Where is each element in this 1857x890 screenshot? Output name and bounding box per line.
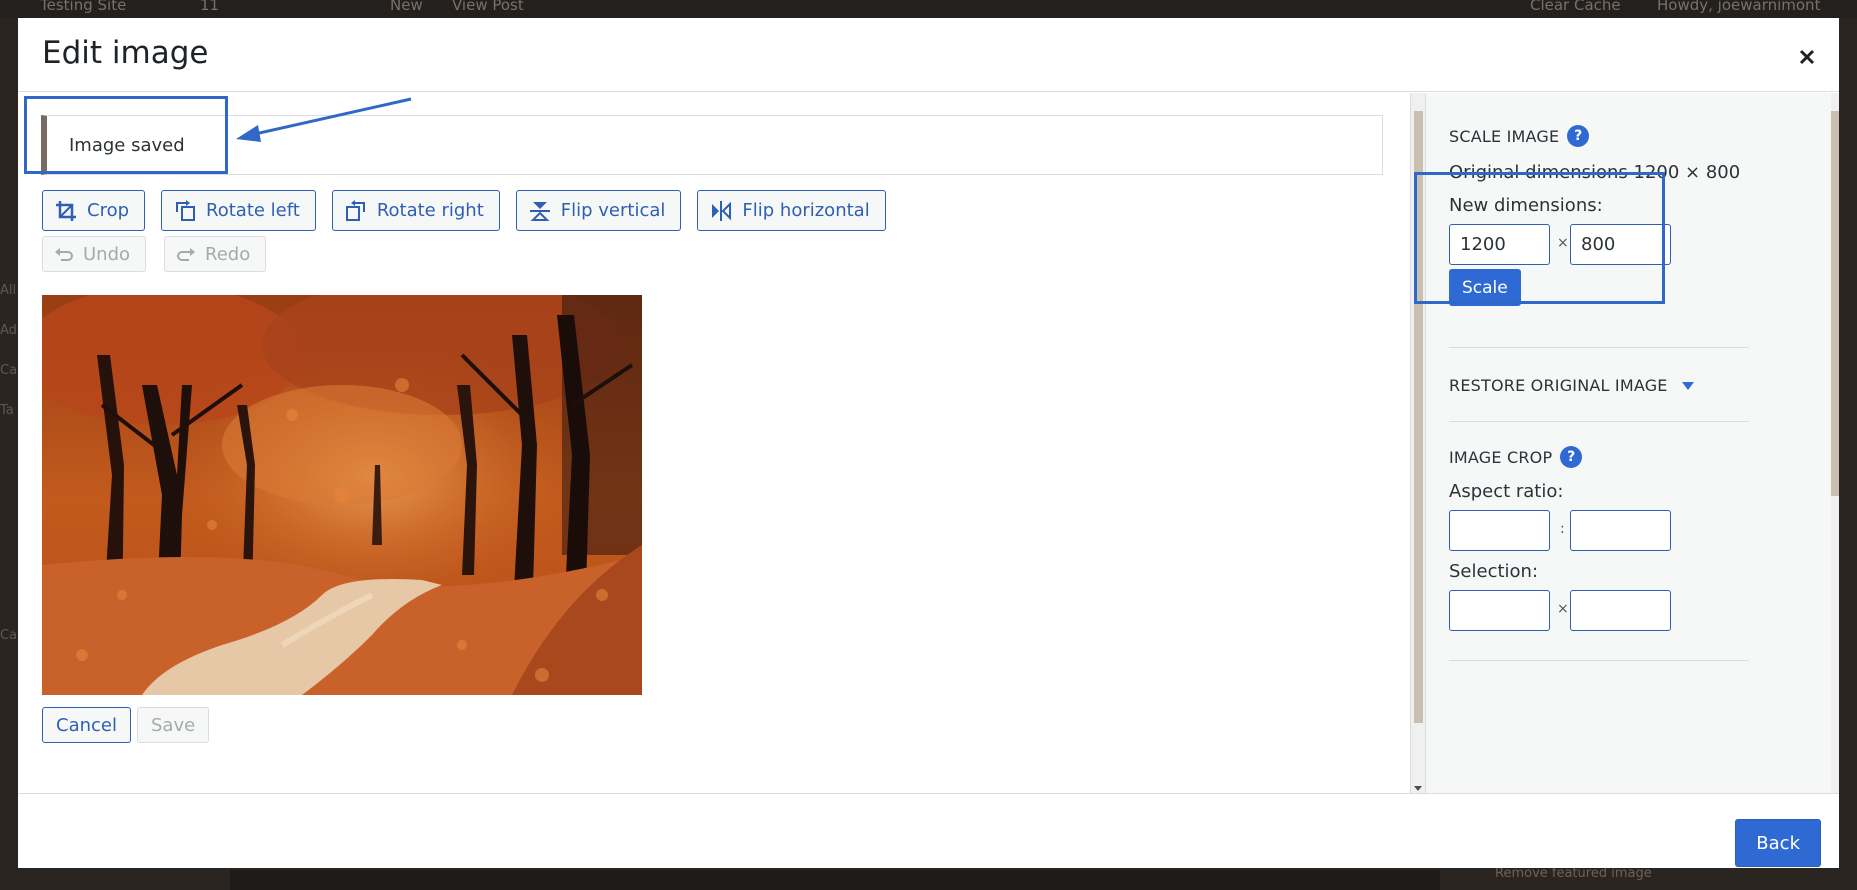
divider xyxy=(1449,660,1749,661)
rotate-left-label: Rotate left xyxy=(206,200,300,221)
crop-button[interactable]: Crop xyxy=(42,190,146,231)
redo-button[interactable]: Redo xyxy=(164,236,267,272)
aspect-ratio-separator: : xyxy=(1560,521,1565,537)
sidebar-label: Ca xyxy=(0,628,18,643)
flip-horizontal-button[interactable]: Flip horizontal xyxy=(697,190,886,231)
history-toolbar: Undo Redo xyxy=(42,236,267,272)
rotate-right-button[interactable]: Rotate right xyxy=(331,190,500,231)
back-button[interactable]: Back xyxy=(1735,819,1821,867)
redo-icon xyxy=(177,248,196,261)
image-actions: Cancel Save xyxy=(42,707,210,743)
howdy-link[interactable]: Howdy, joewarnimont xyxy=(1657,0,1820,14)
modal-header: Edit image xyxy=(18,18,1839,92)
image-crop-heading: IMAGE CROP ? xyxy=(1449,446,1583,468)
selection-label: Selection: xyxy=(1449,561,1539,582)
divider xyxy=(1449,347,1749,348)
annotation-arrow xyxy=(236,97,412,142)
autumn-forest-image xyxy=(42,295,642,695)
image-crop-title: IMAGE CROP xyxy=(1449,447,1553,467)
flip-vertical-icon xyxy=(529,201,550,221)
image-preview[interactable] xyxy=(42,295,642,695)
image-editor-area: Image saved Crop Rotate left Rotate righ… xyxy=(18,93,1410,793)
flip-vertical-label: Flip vertical xyxy=(560,200,666,221)
highlight-box xyxy=(1414,172,1665,304)
cancel-button[interactable]: Cancel xyxy=(42,707,131,743)
undo-label: Undo xyxy=(83,243,131,265)
sidebar-label: All xyxy=(0,283,17,298)
sidebar-label: Ad xyxy=(0,323,17,338)
flip-vertical-button[interactable]: Flip vertical xyxy=(515,190,682,231)
updates-count[interactable]: 11 xyxy=(200,0,219,14)
help-icon[interactable]: ? xyxy=(1560,446,1583,468)
edit-image-modal: Edit image Image saved Crop Rotate left xyxy=(18,18,1839,868)
restore-original-heading[interactable]: RESTORE ORIGINAL IMAGE xyxy=(1449,376,1694,395)
aspect-ratio-height-input[interactable] xyxy=(1570,510,1671,551)
divider xyxy=(1449,421,1749,422)
highlight-box xyxy=(24,96,228,174)
save-button[interactable]: Save xyxy=(136,707,210,743)
sidebar-label: Ta xyxy=(0,403,14,418)
aspect-ratio-width-input[interactable] xyxy=(1449,510,1550,551)
site-name[interactable]: Testing Site xyxy=(40,0,126,14)
scale-image-title: SCALE IMAGE xyxy=(1449,126,1560,146)
crop-icon xyxy=(56,200,76,221)
background-footer xyxy=(230,870,1440,890)
scale-image-heading: SCALE IMAGE ? xyxy=(1449,125,1590,147)
edit-toolbar: Crop Rotate left Rotate right Flip verti… xyxy=(42,190,886,231)
crop-label: Crop xyxy=(87,200,130,221)
admin-bar: Testing Site 11 New View Post Clear Cach… xyxy=(0,0,1857,18)
save-label: Save xyxy=(150,714,196,736)
selection-width-input[interactable] xyxy=(1449,590,1550,631)
sidebar-label: Ca xyxy=(0,363,18,378)
undo-button[interactable]: Undo xyxy=(42,236,147,272)
flip-horizontal-icon xyxy=(712,200,732,221)
rotate-right-icon xyxy=(345,199,365,221)
clear-cache-link[interactable]: Clear Cache xyxy=(1530,0,1621,14)
redo-label: Redo xyxy=(205,243,251,265)
close-button[interactable] xyxy=(1793,43,1821,71)
rotate-left-button[interactable]: Rotate left xyxy=(161,190,316,231)
view-post-link[interactable]: View Post xyxy=(452,0,524,14)
panel-scrollbar[interactable] xyxy=(1831,93,1839,793)
restore-original-title: RESTORE ORIGINAL IMAGE xyxy=(1449,376,1668,395)
remove-featured-image-link: Remove featured image xyxy=(1495,866,1652,881)
modal-footer: Back xyxy=(18,793,1839,868)
help-icon[interactable]: ? xyxy=(1567,125,1590,147)
selection-height-input[interactable] xyxy=(1570,590,1671,631)
undo-icon xyxy=(55,248,73,261)
expand-triangle-icon xyxy=(1681,381,1694,390)
aspect-ratio-label: Aspect ratio: xyxy=(1449,481,1564,502)
rotate-right-label: Rotate right xyxy=(376,200,484,221)
flip-horizontal-label: Flip horizontal xyxy=(742,200,870,221)
scroll-down-icon[interactable] xyxy=(1414,786,1422,791)
close-icon xyxy=(1799,49,1815,65)
modal-title: Edit image xyxy=(42,35,209,71)
new-link[interactable]: New xyxy=(390,0,423,14)
selection-separator: × xyxy=(1557,601,1569,617)
scrollbar-thumb[interactable] xyxy=(1831,111,1839,496)
admin-sidebar: All Ad Ca Ta Ca xyxy=(0,18,18,890)
cancel-label: Cancel xyxy=(56,714,117,736)
rotate-left-icon xyxy=(176,199,196,221)
